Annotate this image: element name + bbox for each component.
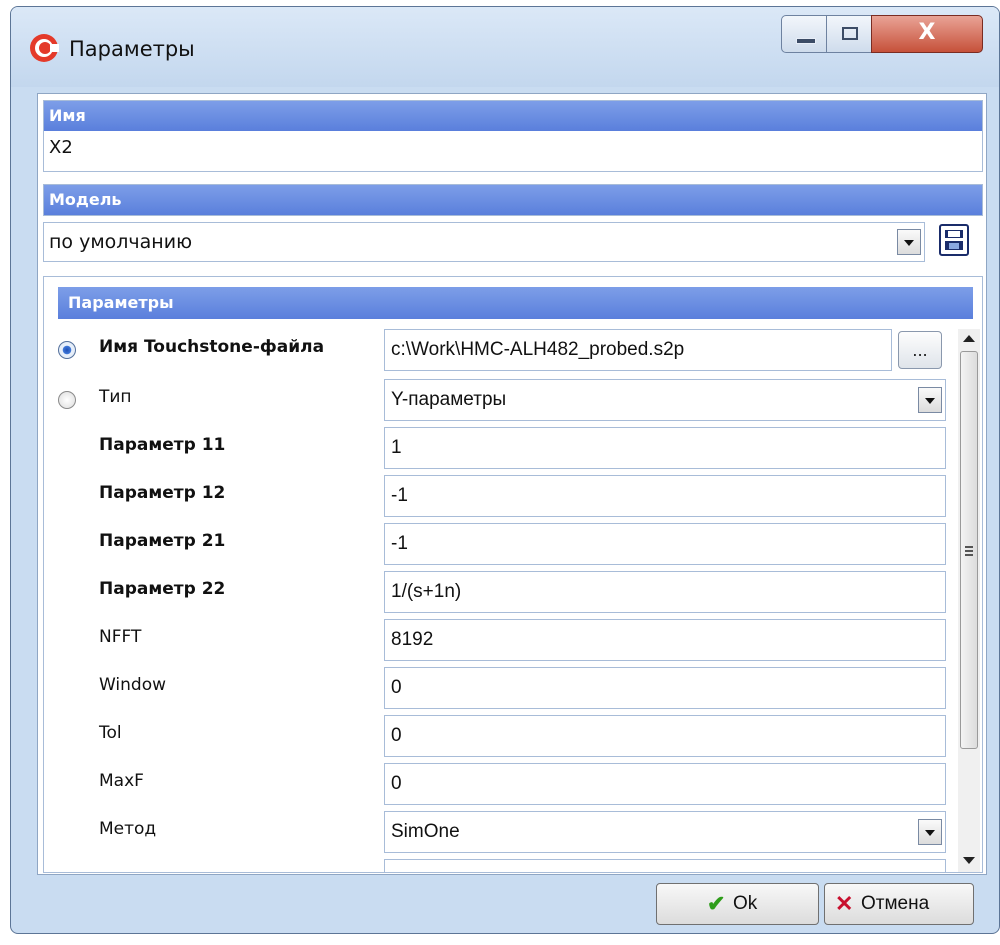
close-icon: X <box>918 20 936 45</box>
type-radio[interactable] <box>58 391 76 409</box>
window-title: Параметры <box>69 37 195 61</box>
method-select-value: SimOne <box>391 821 460 842</box>
model-header: Модель <box>43 184 983 216</box>
close-button[interactable]: X <box>871 15 983 53</box>
param-label: Параметр 12 <box>99 483 226 503</box>
param-input-partial[interactable] <box>384 859 946 872</box>
cancel-label: Отмена <box>861 893 930 914</box>
title-bar[interactable]: Параметры X <box>11 7 999 87</box>
app-logo-icon <box>30 34 59 62</box>
type-dropdown-button[interactable] <box>918 387 942 413</box>
name-value[interactable]: X2 <box>44 131 982 165</box>
param-input[interactable]: 1 <box>384 427 946 469</box>
touchstone-file-input[interactable]: c:\Work\HMC-ALH482_probed.s2p <box>384 329 892 371</box>
cancel-button[interactable]: ✕ Отмена <box>824 883 974 925</box>
param-row: Параметр 12 -1 <box>44 473 959 517</box>
param-label: Window <box>99 675 167 695</box>
maximize-icon <box>842 27 858 40</box>
param-input[interactable]: 0 <box>384 763 946 805</box>
browse-button[interactable]: ... <box>898 331 942 369</box>
parameters-header: Параметры <box>58 287 973 319</box>
model-select-value: по умолчанию <box>49 231 193 253</box>
param-label: Параметр 22 <box>99 579 226 599</box>
scroll-thumb[interactable] <box>960 351 978 749</box>
param-row: Window 0 <box>44 665 959 709</box>
parameters-dialog: Параметры X Имя X2 Модель по умолчанию П… <box>10 6 1000 934</box>
name-section: Имя X2 <box>43 100 983 172</box>
vertical-scrollbar[interactable] <box>958 329 980 872</box>
method-row: Метод SimOne <box>44 809 959 853</box>
chevron-down-icon <box>925 398 935 404</box>
parameters-frame: Параметры Имя Touchstone-файла c:\Work\H… <box>43 276 983 873</box>
param-row: Параметр 22 1/(s+1n) <box>44 569 959 613</box>
ok-label: Ok <box>733 893 758 914</box>
param-input[interactable]: 8192 <box>384 619 946 661</box>
minimize-button[interactable] <box>781 15 827 53</box>
param-label: Tol <box>99 723 122 743</box>
type-label: Тип <box>99 387 132 407</box>
type-select-value: Y-параметры <box>391 389 507 410</box>
param-row: NFFT 8192 <box>44 617 959 661</box>
param-row: Tol 0 <box>44 713 959 757</box>
floppy-disk-icon <box>945 230 963 250</box>
param-row: MaxF 0 <box>44 761 959 805</box>
param-label: MaxF <box>99 771 144 791</box>
model-dropdown-button[interactable] <box>897 229 921 255</box>
ok-button[interactable]: ✔ Ok <box>656 883 819 925</box>
method-select[interactable]: SimOne <box>384 811 946 853</box>
cross-icon: ✕ <box>835 891 854 916</box>
param-input[interactable]: -1 <box>384 475 946 517</box>
touchstone-label: Имя Touchstone-файла <box>99 337 325 357</box>
scroll-up-icon[interactable] <box>963 335 975 342</box>
type-select[interactable]: Y-параметры <box>384 379 946 421</box>
param-label: Параметр 11 <box>99 435 226 455</box>
model-section: Модель по умолчанию <box>43 184 983 274</box>
param-label: Параметр 21 <box>99 531 226 551</box>
param-input[interactable]: -1 <box>384 523 946 565</box>
model-select[interactable]: по умолчанию <box>43 222 925 262</box>
name-header: Имя <box>44 101 982 131</box>
chevron-down-icon <box>925 830 935 836</box>
type-row: Тип Y-параметры <box>44 377 959 421</box>
touchstone-row: Имя Touchstone-файла c:\Work\HMC-ALH482_… <box>44 327 959 371</box>
param-row: Параметр 21 -1 <box>44 521 959 565</box>
chevron-down-icon <box>904 240 914 246</box>
param-input[interactable]: 0 <box>384 667 946 709</box>
method-label: Метод <box>99 819 157 839</box>
grip-icon <box>965 546 973 548</box>
scroll-down-icon[interactable] <box>963 857 975 864</box>
param-input[interactable]: 1/(s+1n) <box>384 571 946 613</box>
param-input[interactable]: 0 <box>384 715 946 757</box>
param-row: Параметр 11 1 <box>44 425 959 469</box>
param-row-partial <box>44 857 959 872</box>
minimize-icon <box>796 38 816 44</box>
save-model-button[interactable] <box>939 224 969 256</box>
touchstone-radio[interactable] <box>58 341 76 359</box>
checkmark-icon: ✔ <box>707 891 726 916</box>
dialog-body: Имя X2 Модель по умолчанию Параметры Имя… <box>37 93 987 875</box>
maximize-button[interactable] <box>826 15 872 53</box>
method-dropdown-button[interactable] <box>918 819 942 845</box>
param-label: NFFT <box>99 627 142 647</box>
